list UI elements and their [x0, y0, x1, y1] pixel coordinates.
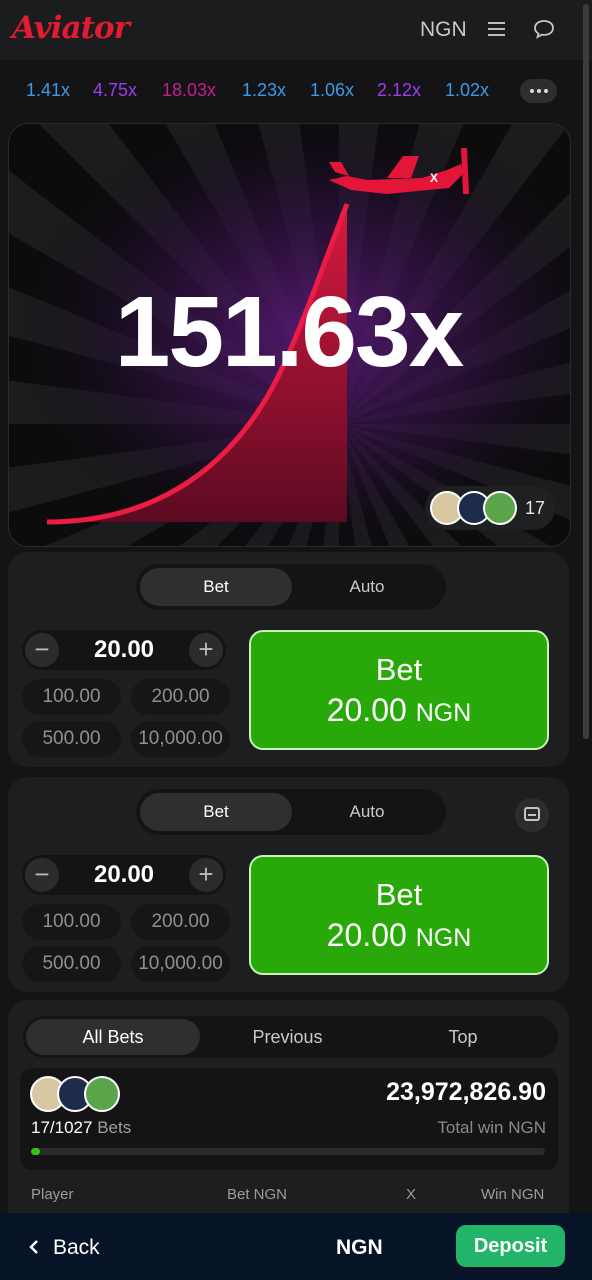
footer-currency: NGN — [336, 1236, 383, 1259]
bet-mode-tabs: Bet Auto — [136, 564, 446, 610]
quick-amount-button[interactable]: 500.00 — [22, 946, 121, 982]
tab-top[interactable]: Top — [375, 1019, 551, 1055]
quick-amount-button[interactable]: 500.00 — [22, 721, 121, 757]
chevron-left-icon[interactable] — [28, 1240, 42, 1254]
bottom-bar: Back NGN Deposit — [0, 1213, 592, 1280]
chat-icon[interactable] — [533, 19, 555, 39]
column-header-player: Player — [31, 1186, 74, 1203]
bet-button-label: Bet — [375, 877, 423, 912]
tab-bet[interactable]: Bet — [140, 793, 292, 831]
bet-amount-input[interactable]: 20.00 — [62, 861, 186, 889]
back-button[interactable]: Back — [53, 1236, 100, 1260]
history-item[interactable]: 1.02x — [445, 80, 489, 101]
history-item[interactable]: 1.41x — [26, 80, 70, 101]
player-avatar — [84, 1076, 120, 1112]
remove-panel-icon[interactable] — [515, 798, 549, 832]
increase-button[interactable]: + — [189, 858, 223, 892]
bets-section: All Bets Previous Top 17/1027 Bets 23,97… — [8, 1000, 569, 1220]
decrease-button[interactable]: − — [25, 633, 59, 667]
decrease-button[interactable]: − — [25, 858, 59, 892]
total-win-label: Total win NGN — [437, 1118, 546, 1137]
menu-icon[interactable] — [488, 22, 505, 36]
current-multiplier: 151.63x — [114, 276, 464, 388]
history-item[interactable]: 1.06x — [310, 80, 354, 101]
tab-auto[interactable]: Auto — [292, 793, 442, 831]
players-count: 17 — [525, 498, 546, 518]
bet-button[interactable]: Bet 20.00 NGN — [249, 630, 549, 750]
plane-mark: X — [430, 171, 438, 185]
bets-tabs: All Bets Previous Top — [23, 1016, 558, 1058]
currency-label: NGN — [420, 18, 467, 41]
bets-count: 17/1027 Bets — [31, 1118, 132, 1137]
multiplier-history: 1.41x 4.75x 18.03x 1.23x 1.06x 2.12x 1.0… — [0, 62, 592, 118]
tab-all-bets[interactable]: All Bets — [26, 1019, 200, 1055]
quick-amount-button[interactable]: 10,000.00 — [131, 946, 230, 982]
bet-mode-tabs: Bet Auto — [136, 789, 446, 835]
amount-stepper: − 20.00 + — [22, 855, 226, 895]
bet-button[interactable]: Bet 20.00 NGN — [249, 855, 549, 975]
quick-amount-button[interactable]: 200.00 — [131, 904, 230, 940]
bet-button-currency: NGN — [415, 924, 472, 952]
tab-previous[interactable]: Previous — [200, 1019, 375, 1055]
amount-stepper: − 20.00 + — [22, 630, 226, 670]
bet-amount-input[interactable]: 20.00 — [62, 636, 186, 664]
bet-button-amount: 20.00 — [326, 692, 407, 728]
bet-panel-1: Bet Auto − 20.00 + 100.00 200.00 500.00 … — [8, 552, 569, 767]
bet-panel-2: Bet Auto − 20.00 + 100.00 200.00 500.00 … — [8, 777, 569, 992]
quick-amount-button[interactable]: 200.00 — [131, 679, 230, 715]
player-avatar — [483, 491, 517, 525]
avatar-group — [30, 1076, 140, 1114]
bet-button-label: Bet — [375, 652, 423, 687]
top-bar: Aviator NGN — [0, 0, 592, 60]
history-item[interactable]: 4.75x — [93, 80, 137, 101]
column-header-multiplier: X — [406, 1186, 417, 1203]
history-item[interactable]: 1.23x — [242, 80, 286, 101]
tab-auto[interactable]: Auto — [292, 568, 442, 606]
total-win-value: 23,972,826.90 — [386, 1078, 546, 1106]
history-more-button[interactable] — [520, 79, 557, 103]
increase-button[interactable]: + — [189, 633, 223, 667]
history-item[interactable]: 18.03x — [162, 80, 216, 101]
active-players-badge[interactable]: 17 — [425, 486, 555, 530]
bets-progress-fill — [31, 1148, 40, 1155]
deposit-button[interactable]: Deposit — [456, 1225, 565, 1267]
bets-progress-bar — [31, 1148, 545, 1155]
quick-amount-button[interactable]: 100.00 — [22, 679, 121, 715]
quick-amount-button[interactable]: 100.00 — [22, 904, 121, 940]
column-header-bet: Bet NGN — [227, 1186, 288, 1203]
tab-bet[interactable]: Bet — [140, 568, 292, 606]
aviator-logo: Aviator — [12, 10, 130, 46]
bets-summary: 17/1027 Bets 23,972,826.90 Total win NGN — [20, 1068, 558, 1170]
bet-button-amount: 20.00 — [326, 917, 407, 953]
history-item[interactable]: 2.12x — [377, 80, 421, 101]
quick-amount-button[interactable]: 10,000.00 — [131, 721, 230, 757]
bet-button-currency: NGN — [415, 699, 472, 727]
column-header-win: Win NGN — [481, 1186, 545, 1203]
